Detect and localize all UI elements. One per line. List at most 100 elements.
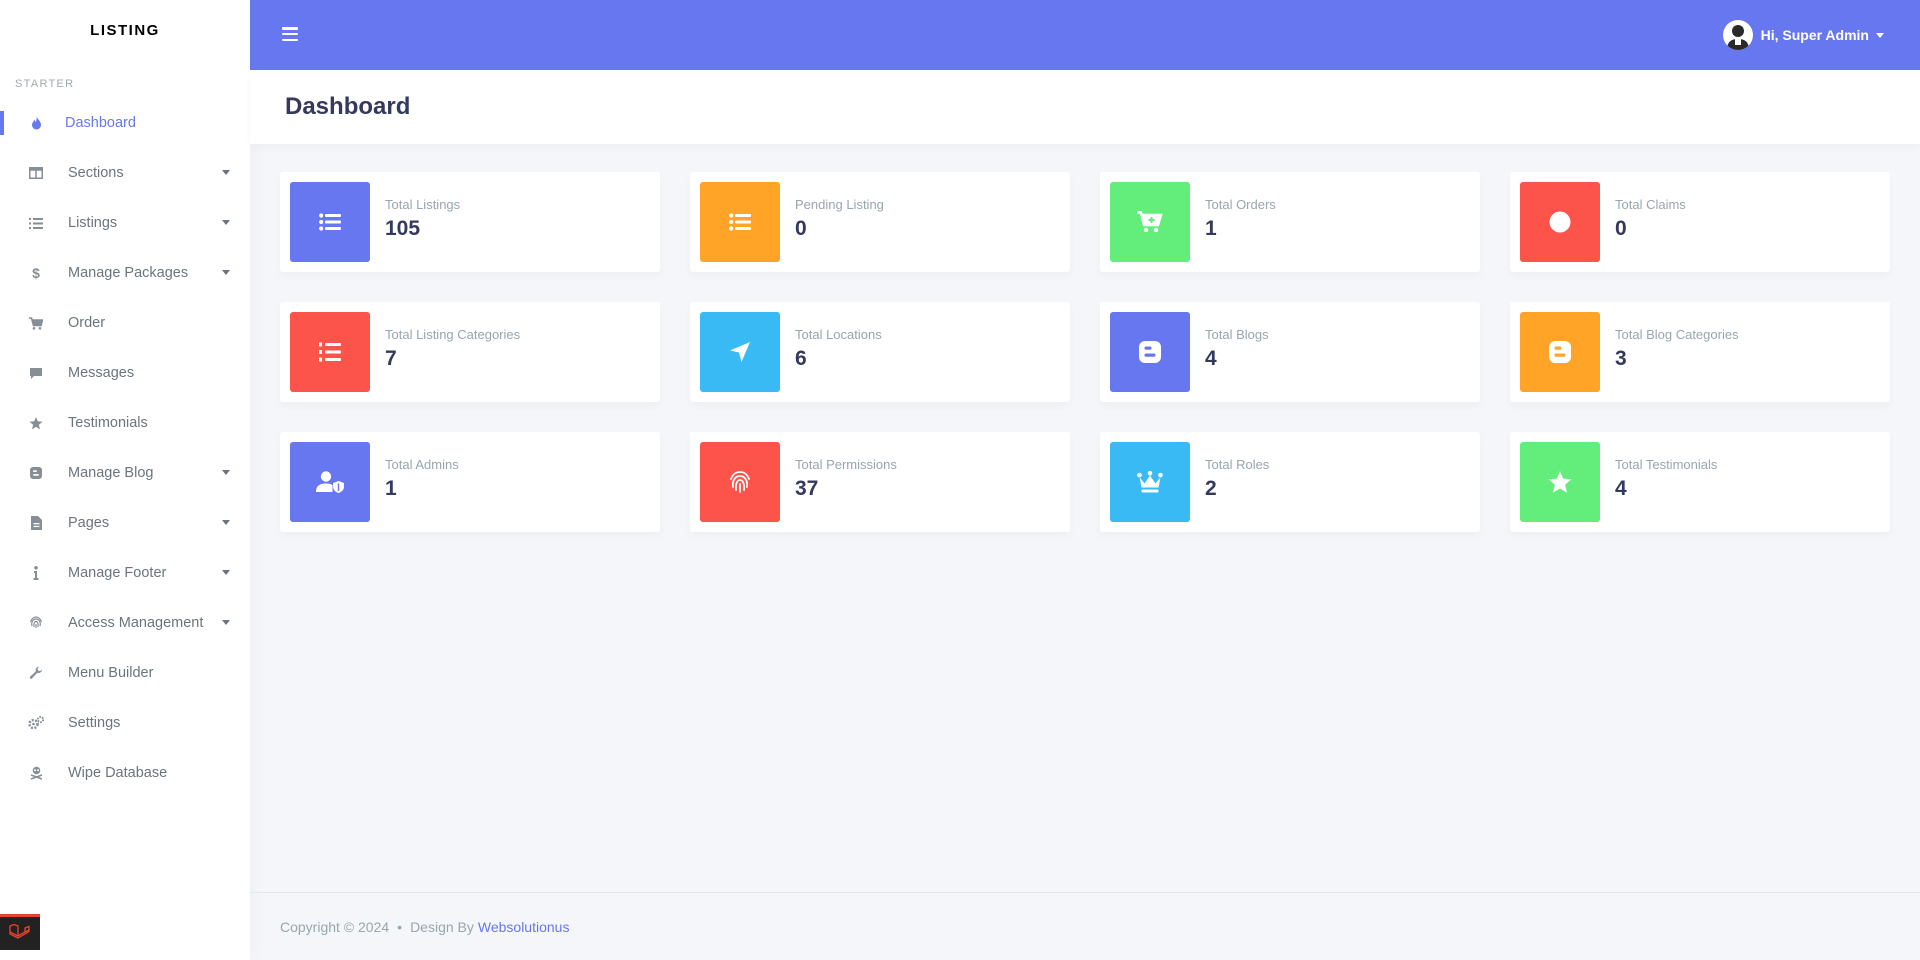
sidebar: LISTING STARTER Dashboard Sections Listi…: [0, 0, 250, 960]
sidebar-item-label: Manage Blog: [68, 465, 154, 481]
stat-card-total-listings: Total Listings 105: [280, 172, 660, 272]
chevron-down-icon: [222, 470, 230, 475]
stat-value: 37: [795, 477, 819, 500]
top-navbar: Hi, Super Admin: [250, 0, 1920, 70]
stat-card-total-orders: Total Orders 1: [1100, 172, 1480, 272]
stat-label: Total Admins: [385, 457, 459, 472]
stat-card-total-locations: Total Locations 6: [690, 302, 1070, 402]
sidebar-item-sections[interactable]: Sections: [0, 148, 250, 198]
sidebar-item-pages[interactable]: Pages: [0, 498, 250, 548]
stat-value: 1: [1205, 217, 1217, 240]
stat-card-total-admins: Total Admins 1: [280, 432, 660, 532]
sidebar-item-label: Sections: [68, 165, 124, 181]
stat-label: Total Listings: [385, 197, 461, 212]
sidebar-item-label: Menu Builder: [68, 665, 154, 681]
list-icon: [26, 213, 46, 233]
stat-value: 4: [1205, 347, 1217, 370]
sidebar-item-label: Pages: [68, 515, 110, 531]
sidebar-item-manage-footer[interactable]: Manage Footer: [0, 548, 250, 598]
sidebar-item-label: Wipe Database: [68, 765, 168, 781]
footer: Copyright © 2024 • Design By Websolution…: [250, 892, 1920, 960]
blog-icon: [26, 463, 46, 483]
stats-grid: Total Listings 105 Pending Listing 0 Tot…: [280, 172, 1891, 532]
stat-card-total-permissions: Total Permissions 37: [690, 432, 1070, 532]
brand-logo[interactable]: LISTING: [0, 0, 250, 60]
wrench-icon: [26, 663, 46, 683]
crown-icon: [1110, 442, 1190, 522]
sidebar-item-label: Testimonials: [68, 415, 148, 431]
sidebar-item-label: Messages: [68, 365, 135, 381]
dollar-icon: $: [32, 265, 40, 281]
stat-value: 2: [1205, 477, 1217, 500]
copyright-text: Copyright © 2024: [280, 918, 390, 935]
blogger-icon: [1520, 312, 1600, 392]
sidebar-item-testimonials[interactable]: Testimonials: [0, 398, 250, 448]
laravel-debugbar-icon[interactable]: [0, 914, 40, 950]
fingerprint-icon: [700, 442, 780, 522]
sidebar-item-label: Manage Footer: [68, 565, 167, 581]
sidebar-item-label: Manage Packages: [68, 265, 189, 281]
stat-value: 0: [1615, 217, 1627, 240]
comment-icon: [26, 363, 46, 383]
sidebar-menu: Dashboard Sections Listings $ Manage Pac…: [0, 98, 250, 798]
footer-bullet: •: [397, 918, 403, 935]
sidebar-item-settings[interactable]: Settings: [0, 698, 250, 748]
fingerprint-icon: [26, 613, 46, 633]
list-icon: [290, 182, 370, 262]
sidebar-item-wipe-database[interactable]: Wipe Database: [0, 748, 250, 798]
chevron-down-icon: [222, 520, 230, 525]
list-icon: [700, 182, 780, 262]
star-icon: [1520, 442, 1600, 522]
chevron-down-icon: [222, 620, 230, 625]
star-icon: [26, 413, 46, 433]
stat-card-total-blogs: Total Blogs 4: [1100, 302, 1480, 402]
sidebar-item-label: Listings: [68, 215, 118, 231]
stat-value: 1: [385, 477, 397, 500]
chevron-down-icon: [222, 270, 230, 275]
sidebar-item-order[interactable]: Order: [0, 298, 250, 348]
chevron-down-icon: [222, 570, 230, 575]
sidebar-item-manage-packages[interactable]: $ Manage Packages: [0, 248, 250, 298]
stat-value: 4: [1615, 477, 1627, 500]
stat-card-pending-listing: Pending Listing 0: [690, 172, 1070, 272]
stat-value: 105: [385, 217, 421, 240]
info-icon: [26, 563, 46, 583]
columns-icon: [26, 163, 46, 183]
cogs-icon: [26, 713, 46, 733]
user-dropdown[interactable]: Hi, Super Admin: [1722, 20, 1884, 50]
location-arrow-icon: [700, 312, 780, 392]
design-by-text: Design By: [410, 918, 474, 935]
sidebar-item-manage-blog[interactable]: Manage Blog: [0, 448, 250, 498]
stat-label: Total Testimonials: [1615, 457, 1718, 472]
list-ol-icon: [290, 312, 370, 392]
sidebar-item-access-management[interactable]: Access Management: [0, 598, 250, 648]
stat-value: 3: [1615, 347, 1627, 370]
sidebar-item-listings[interactable]: Listings: [0, 198, 250, 248]
stat-card-total-listing-categories: Total Listing Categories 7: [280, 302, 660, 402]
avatar: [1722, 20, 1753, 50]
circle-icon: [1520, 182, 1600, 262]
stat-label: Total Roles: [1205, 457, 1270, 472]
file-icon: [26, 513, 46, 533]
chevron-down-icon: [222, 170, 230, 175]
chevron-down-icon: [222, 220, 230, 225]
stat-label: Total Permissions: [795, 457, 897, 472]
footer-credit-link[interactable]: Websolutionus: [478, 919, 570, 935]
stat-label: Total Orders: [1205, 197, 1276, 212]
stat-label: Total Claims: [1615, 197, 1686, 212]
sidebar-item-dashboard[interactable]: Dashboard: [0, 98, 250, 148]
sidebar-item-menu-builder[interactable]: Menu Builder: [0, 648, 250, 698]
cart-plus-icon: [1110, 182, 1190, 262]
section-header: Dashboard: [250, 70, 1920, 144]
user-shield-icon: [290, 442, 370, 522]
stat-label: Total Locations: [795, 327, 882, 342]
fire-icon: [26, 113, 46, 133]
cart-icon: [26, 313, 46, 333]
blogger-icon: [1110, 312, 1190, 392]
stat-value: 6: [795, 347, 807, 370]
stat-value: 7: [385, 347, 397, 370]
stat-card-total-roles: Total Roles 2: [1100, 432, 1480, 532]
sidebar-item-messages[interactable]: Messages: [0, 348, 250, 398]
skull-icon: [26, 763, 46, 783]
menu-toggle-icon[interactable]: [282, 27, 298, 41]
